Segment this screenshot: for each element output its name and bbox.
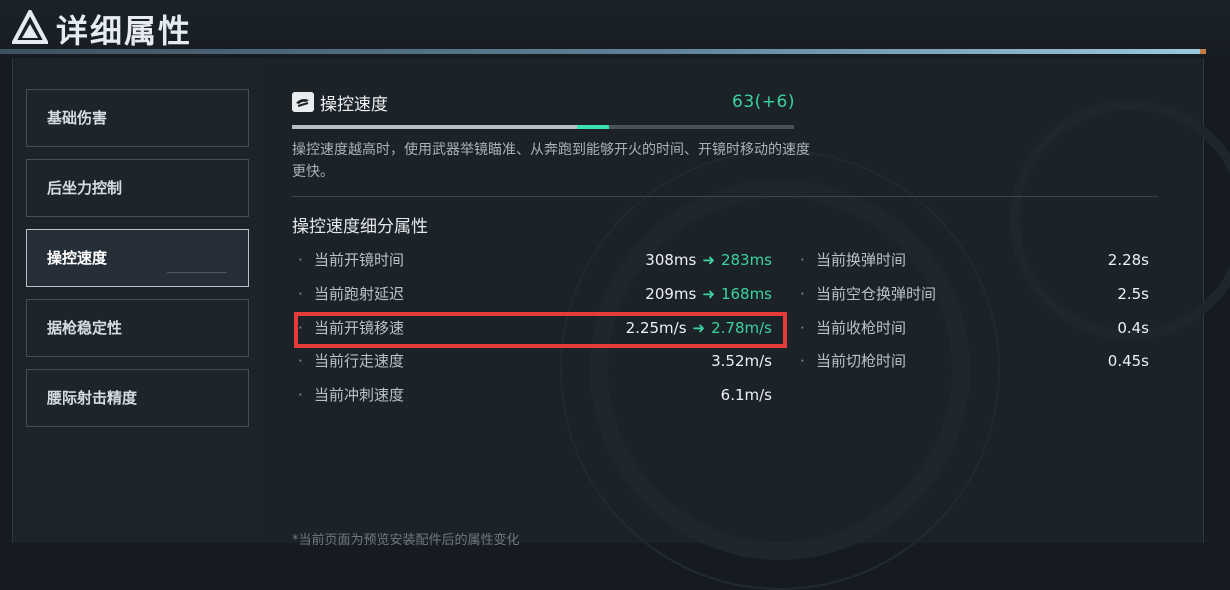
sidebar-item-aim-stability[interactable]: 据枪稳定性 <box>26 299 249 357</box>
active-decoration <box>167 272 227 273</box>
header-divider-cap <box>1200 49 1206 54</box>
arrow-right-icon: ➜ <box>702 285 715 303</box>
header-divider <box>0 49 1204 54</box>
section-divider <box>292 196 1158 197</box>
top-bar: 详细属性 <box>0 0 1230 56</box>
stat-row-value: 2.5s <box>1117 285 1149 303</box>
stat-row-name: 当前跑射延迟 <box>314 285 405 303</box>
handling-icon <box>292 92 314 112</box>
stat-row-walk-speed: · 当前行走速度 3.52m/s <box>298 349 772 373</box>
stat-row-empty-reload-time: · 当前空仓换弹时间 2.5s <box>800 282 1149 306</box>
bullet: · <box>800 352 805 370</box>
stat-row-name: 当前冲刺速度 <box>314 386 405 404</box>
stat-row-name: 当前收枪时间 <box>816 319 907 337</box>
stat-row-value: 209ms ➜ 168ms <box>645 285 772 303</box>
stat-row-value: 2.28s <box>1107 251 1149 269</box>
highlight-box <box>294 312 787 348</box>
footnote: *当前页面为预览安装配件后的属性变化 <box>292 533 520 548</box>
stat-row-value: 3.52m/s <box>711 352 772 370</box>
stat-row-name: 当前行走速度 <box>314 352 405 370</box>
stat-row-value: 0.45s <box>1107 352 1149 370</box>
bullet: · <box>298 352 303 370</box>
bullet: · <box>298 285 303 303</box>
stat-row-value: 6.1m/s <box>720 386 772 404</box>
stat-value: 63(+6) <box>732 92 795 112</box>
sidebar-item-label: 操控速度 <box>47 249 108 267</box>
arrow-right-icon: ➜ <box>702 251 715 269</box>
bullet: · <box>800 251 805 269</box>
sidebar-item-base-damage[interactable]: 基础伤害 <box>26 89 249 147</box>
sidebar-item-label: 据枪稳定性 <box>47 319 123 337</box>
stat-row-value: 0.4s <box>1117 319 1149 337</box>
stat-row-value: 308ms ➜ 283ms <box>645 251 772 269</box>
sidebar-item-recoil-control[interactable]: 后坐力控制 <box>26 159 249 217</box>
sidebar-item-handling-speed[interactable]: 操控速度 <box>26 229 249 287</box>
stat-description: 操控速度越高时，使用武器举镜瞄准、从奔跑到能够开火的时间、开镜时移动的速度更快。 <box>292 142 810 180</box>
sidebar-item-label: 后坐力控制 <box>47 179 123 197</box>
sidebar-item-hipfire-accuracy[interactable]: 腰际射击精度 <box>26 369 249 427</box>
stat-title: 操控速度 <box>320 95 388 115</box>
page-title: 详细属性 <box>56 12 193 50</box>
stat-bar-base <box>292 125 577 129</box>
bullet: · <box>800 285 805 303</box>
stat-row-reload-time: · 当前换弹时间 2.28s <box>800 248 1149 272</box>
stat-row-name: 当前换弹时间 <box>816 251 907 269</box>
game-logo-icon <box>12 10 48 44</box>
bullet: · <box>298 386 303 404</box>
stat-row-sprint-speed: · 当前冲刺速度 6.1m/s <box>298 383 772 407</box>
sidebar-item-label: 基础伤害 <box>47 109 108 127</box>
bullet: · <box>298 251 303 269</box>
sidebar-item-label: 腰际射击精度 <box>47 389 138 407</box>
breakdown-title: 操控速度细分属性 <box>292 217 428 237</box>
stat-row-name: 当前开镜时间 <box>314 251 405 269</box>
bullet: · <box>800 319 805 337</box>
stat-row-name: 当前切枪时间 <box>816 352 907 370</box>
stat-row-holster-time: · 当前收枪时间 0.4s <box>800 316 1149 340</box>
stat-row-ads-time: · 当前开镜时间 308ms ➜ 283ms <box>298 248 772 272</box>
stat-row-name: 当前空仓换弹时间 <box>816 285 937 303</box>
stat-row-sprint-fire-delay: · 当前跑射延迟 209ms ➜ 168ms <box>298 282 772 306</box>
stat-row-swap-time: · 当前切枪时间 0.45s <box>800 349 1149 373</box>
stat-bar-boost <box>577 125 609 129</box>
